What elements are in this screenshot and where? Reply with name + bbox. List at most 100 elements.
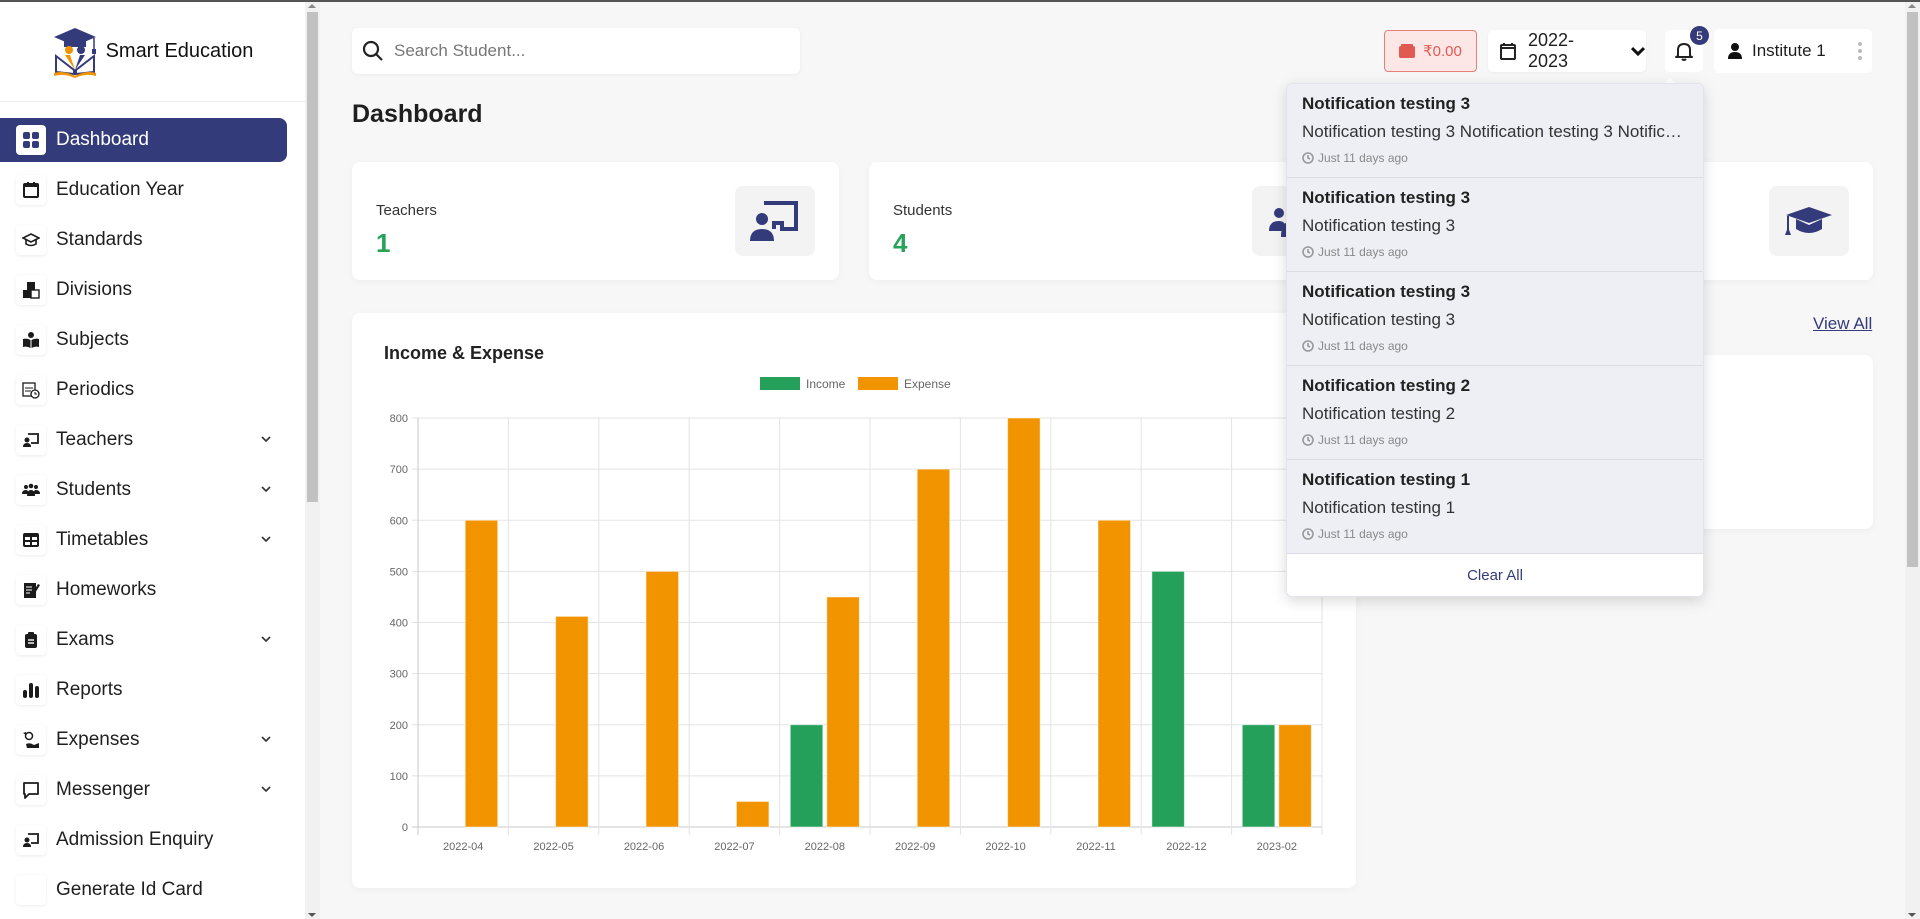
wallet-icon — [1399, 44, 1416, 58]
bar-chart-icon — [16, 675, 46, 705]
notification-title: Notification testing 3 — [1302, 94, 1471, 113]
sidebar-item-students[interactable]: Students — [0, 468, 287, 512]
x-tick-label: 2022-10 — [985, 841, 1025, 853]
sidebar-item-standards[interactable]: Standards — [0, 218, 287, 262]
notification-item[interactable]: Notification testing 2 Notification test… — [1287, 366, 1703, 460]
bar-income — [789, 724, 824, 828]
x-tick-label: 2022-09 — [895, 841, 935, 853]
y-tick-label: 400 — [390, 618, 408, 630]
stat-card-students: Students 4 — [869, 162, 1356, 280]
chevron-down-icon[interactable] — [259, 482, 273, 496]
notification-time: Just 11 days ago — [1302, 527, 1688, 541]
notification-body: Notification testing 1 — [1302, 498, 1456, 517]
sidebar-item-label: Students — [56, 479, 131, 500]
notification-time: Just 11 days ago — [1302, 151, 1688, 165]
teacher-board-icon — [16, 425, 46, 455]
bar-expense — [645, 570, 680, 828]
education-year-select[interactable]: 2022-2023 — [1488, 30, 1646, 72]
sidebar-item-label: Exams — [56, 629, 115, 650]
sidebar-item-reports[interactable]: Reports — [0, 668, 287, 712]
sidebar-item-homeworks[interactable]: Homeworks — [0, 568, 287, 612]
notification-item[interactable]: Notification testing 3 Notification test… — [1287, 84, 1703, 178]
chevron-down-icon[interactable] — [259, 532, 273, 546]
clear-all-button[interactable]: Clear All — [1287, 554, 1703, 596]
chevron-down-icon[interactable] — [259, 432, 273, 446]
notification-item[interactable]: Notification testing 3 Notification test… — [1287, 272, 1703, 366]
search-box[interactable] — [352, 28, 800, 74]
notifications-dropdown: Notification testing 3 Notification test… — [1286, 83, 1704, 597]
sidebar-item-label: Periodics — [56, 379, 135, 400]
more-options-icon[interactable] — [1858, 42, 1862, 60]
reading-book-icon — [16, 325, 46, 355]
edit-document-icon — [16, 575, 46, 605]
chevron-down-icon[interactable] — [259, 632, 273, 646]
hand-money-icon — [16, 725, 46, 755]
x-tick-label: 2022-06 — [624, 841, 664, 853]
notification-time-text: Just 11 days ago — [1318, 527, 1408, 541]
y-tick-label: 200 — [390, 720, 408, 732]
sidebar-item-subjects[interactable]: Subjects — [0, 318, 287, 362]
bar-expense — [916, 468, 951, 828]
notification-body: Notification testing 3 Notification test… — [1302, 122, 1688, 141]
income-expense-card: Income & Expense 0 100 200 300 400 500 600 700 8… — [352, 313, 1356, 888]
bar-expense — [826, 596, 860, 828]
search-icon — [362, 40, 383, 61]
bell-icon — [1675, 43, 1693, 61]
sidebar-item-teachers[interactable]: Teachers — [0, 418, 287, 462]
view-all-link[interactable]: View All — [1813, 314, 1872, 334]
stat-card-teachers: Teachers 1 — [352, 162, 839, 280]
sidebar-item-label: Timetables — [56, 529, 149, 550]
search-input[interactable] — [394, 41, 774, 61]
notification-time: Just 11 days ago — [1302, 339, 1688, 353]
bar-expense — [1097, 519, 1132, 828]
brand-name: Smart Education — [105, 40, 254, 62]
sidebar-item-admission-enquiry[interactable]: Admission Enquiry — [0, 818, 287, 862]
scroll-up-arrow-icon[interactable] — [1908, 4, 1916, 8]
calendar-clock-icon — [16, 375, 46, 405]
bar-income — [1241, 724, 1276, 828]
brand[interactable]: Smart Education — [0, 2, 305, 102]
scroll-down-arrow-icon[interactable] — [308, 913, 316, 917]
chevron-down-icon — [1630, 46, 1646, 57]
sidebar-scrollbar-thumb[interactable] — [307, 12, 318, 502]
chevron-down-icon[interactable] — [259, 782, 273, 796]
blank-icon — [16, 875, 46, 905]
y-tick-label: 500 — [390, 566, 408, 578]
y-tick-label: 100 — [390, 771, 408, 783]
notification-item[interactable]: Notification testing 3 Notification test… — [1287, 178, 1703, 272]
sidebar-item-exams[interactable]: Exams — [0, 618, 287, 662]
bar-income — [1151, 570, 1185, 828]
table-icon — [16, 525, 46, 555]
sidebar-item-label: Homeworks — [56, 579, 157, 600]
sidebar-item-expenses[interactable]: Expenses — [0, 718, 287, 762]
sidebar-item-generate-id-card[interactable]: Generate Id Card — [0, 868, 287, 912]
sidebar-item-periodics[interactable]: Periodics — [0, 368, 287, 412]
sidebar-item-dashboard[interactable]: Dashboard — [0, 118, 287, 162]
sidebar-item-label: Generate Id Card — [56, 879, 203, 900]
sidebar-item-divisions[interactable]: Divisions — [0, 268, 287, 312]
notification-time: Just 11 days ago — [1302, 433, 1688, 447]
sidebar-scrollbar[interactable] — [305, 2, 320, 919]
sidebar-item-messenger[interactable]: Messenger — [0, 768, 287, 812]
notification-body: Notification testing 3 — [1302, 216, 1456, 235]
wallet-amount: ₹0.00 — [1423, 43, 1462, 60]
page-scrollbar[interactable] — [1905, 2, 1920, 919]
notification-time-text: Just 11 days ago — [1318, 433, 1408, 447]
scroll-down-arrow-icon[interactable] — [1908, 913, 1916, 917]
sidebar-item-label: Standards — [56, 229, 143, 250]
bar-expense — [1007, 417, 1041, 828]
y-tick-label: 300 — [390, 669, 408, 681]
sidebar-item-education-year[interactable]: Education Year — [0, 168, 287, 212]
sidebar-item-label: Messenger — [56, 779, 150, 800]
chevron-down-icon[interactable] — [259, 732, 273, 746]
x-tick-label: 2022-12 — [1166, 841, 1206, 853]
legend-swatch-expense — [858, 377, 898, 390]
scroll-up-arrow-icon[interactable] — [308, 4, 316, 8]
graduation-cap-icon — [16, 225, 46, 255]
wallet-balance-button[interactable]: ₹0.00 — [1384, 30, 1477, 72]
education-year-value: 2022-2023 — [1527, 30, 1575, 71]
notification-item[interactable]: Notification testing 1 Notification test… — [1287, 460, 1703, 554]
page-scrollbar-thumb[interactable] — [1907, 12, 1918, 567]
profile-menu[interactable]: Institute 1 — [1714, 29, 1872, 73]
sidebar-item-timetables[interactable]: Timetables — [0, 518, 287, 562]
